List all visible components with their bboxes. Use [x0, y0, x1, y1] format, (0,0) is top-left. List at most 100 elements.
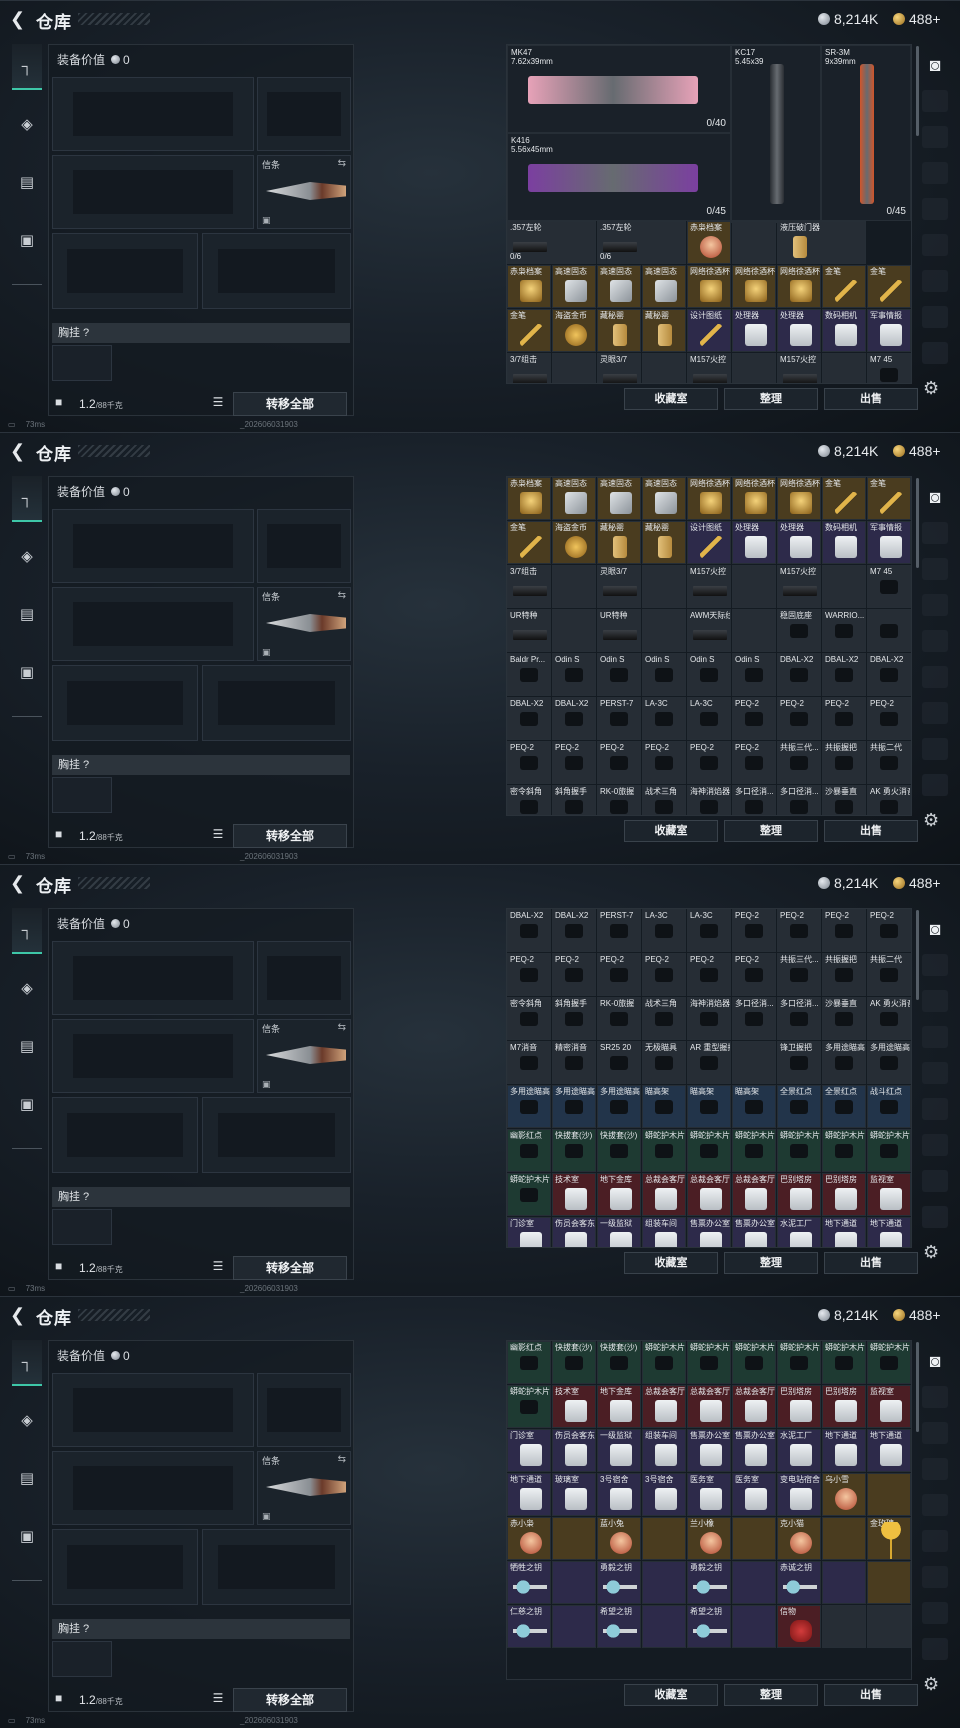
- item-cell[interactable]: PEQ-2: [822, 697, 866, 740]
- item-cell[interactable]: 共振三代...: [777, 953, 821, 996]
- item-cell[interactable]: Odin S: [732, 653, 776, 696]
- item-cell[interactable]: 3号宿舍: [642, 1473, 686, 1516]
- item-cell[interactable]: PEQ-2: [867, 697, 911, 740]
- item-cell[interactable]: 精密消音: [552, 1041, 596, 1084]
- item-cell[interactable]: 设计图纸: [687, 521, 731, 564]
- item-cell[interactable]: [822, 1561, 866, 1604]
- item-cell[interactable]: 地下通道: [822, 1217, 866, 1247]
- item-cell[interactable]: DBAL-X2: [552, 697, 596, 740]
- stash-category-icon[interactable]: ◙: [922, 918, 948, 940]
- item-cell[interactable]: 共振二代: [867, 741, 911, 784]
- silver-currency[interactable]: 8,214K: [818, 1306, 878, 1324]
- item-cell[interactable]: 地下通道: [867, 1429, 911, 1472]
- back-arrow-icon[interactable]: ❮: [10, 872, 26, 894]
- item-cell[interactable]: DBAL-X2: [777, 653, 821, 696]
- category-icon[interactable]: [922, 774, 948, 796]
- item-cell[interactable]: LA-3C: [687, 909, 731, 952]
- transfer-all-button[interactable]: 转移全部: [233, 1256, 347, 1280]
- item-cell[interactable]: 密令斜角: [507, 997, 551, 1040]
- item-cell[interactable]: 高速固态: [597, 265, 641, 308]
- item-cell[interactable]: PEQ-2: [597, 741, 641, 784]
- weapon-cell-mk47[interactable]: MK47 7.62x39mm 0/40: [507, 45, 731, 133]
- item-cell[interactable]: .357左轮 0/6: [507, 221, 596, 264]
- item-cell[interactable]: PEQ-2: [777, 909, 821, 952]
- item-cell[interactable]: 蟒蛇护木片: [732, 1129, 776, 1172]
- helmet-icon[interactable]: ◈: [12, 534, 42, 580]
- item-cell[interactable]: 水泥工厂: [777, 1429, 821, 1472]
- backpack-icon[interactable]: ▤: [12, 1456, 42, 1502]
- collection-button[interactable]: 收藏室: [624, 820, 718, 842]
- armor-slot[interactable]: [202, 665, 351, 741]
- item-cell[interactable]: 一级监狱: [597, 1217, 641, 1247]
- helmet-slot[interactable]: [52, 233, 198, 309]
- item-cell[interactable]: PEQ-2: [507, 741, 551, 784]
- item-cell[interactable]: [867, 1473, 911, 1516]
- briefcase-icon[interactable]: ▣: [12, 650, 42, 696]
- weapon-cell-sr-3m[interactable]: SR-3M 9x39mm 0/45: [821, 45, 911, 221]
- item-cell[interactable]: 无极瞄具: [642, 1041, 686, 1084]
- lock-icon[interactable]: ■: [55, 1259, 62, 1273]
- item-cell[interactable]: 蟒蛇护木片: [687, 1341, 731, 1384]
- gold-currency[interactable]: 488+: [893, 1306, 941, 1324]
- item-cell[interactable]: 多口径消...: [777, 997, 821, 1040]
- helmet-icon[interactable]: ◈: [12, 1398, 42, 1444]
- item-cell[interactable]: 全景红点: [822, 1085, 866, 1128]
- item-cell[interactable]: 赤诚之钥: [777, 1561, 821, 1604]
- collection-button[interactable]: 收藏室: [624, 1684, 718, 1706]
- item-cell[interactable]: 金笔: [867, 265, 911, 308]
- item-cell[interactable]: [732, 1517, 776, 1560]
- item-cell[interactable]: 金玫瑰: [867, 1517, 911, 1560]
- item-cell[interactable]: M7 45: [867, 565, 911, 608]
- category-icon[interactable]: [922, 1566, 948, 1588]
- item-cell[interactable]: 斜角握手: [552, 785, 596, 815]
- item-cell[interactable]: AWM天际线 长枪管: [687, 609, 731, 652]
- item-cell[interactable]: RK-0旅握: [597, 785, 641, 815]
- item-cell[interactable]: M157火控: [687, 353, 731, 383]
- item-cell[interactable]: 巴别塔房: [777, 1385, 821, 1428]
- item-cell[interactable]: 金笔: [822, 477, 866, 520]
- category-icon[interactable]: [922, 594, 948, 616]
- item-cell[interactable]: 金笔: [507, 309, 551, 352]
- item-cell[interactable]: AK 勇火消音器: [867, 785, 911, 815]
- item-cell[interactable]: LA-3C: [687, 697, 731, 740]
- item-cell[interactable]: 售票办公室: [732, 1429, 776, 1472]
- item-cell[interactable]: 组装车间: [642, 1217, 686, 1247]
- helmet-slot[interactable]: [52, 665, 198, 741]
- back-arrow-icon[interactable]: ❮: [10, 440, 26, 462]
- gear-icon[interactable]: ⚙: [923, 378, 939, 399]
- category-icon[interactable]: [922, 558, 948, 580]
- item-cell[interactable]: 高速固态: [642, 477, 686, 520]
- item-cell[interactable]: 全景红点: [777, 1085, 821, 1128]
- item-cell[interactable]: 水泥工厂: [777, 1217, 821, 1247]
- item-cell[interactable]: 总裁会客厅: [687, 1385, 731, 1428]
- item-cell[interactable]: 网络徐酒杯: [732, 477, 776, 520]
- item-cell[interactable]: 总裁会客厅: [642, 1173, 686, 1216]
- melee-slot[interactable]: 信条 ⇆ ▣: [257, 1451, 351, 1525]
- item-cell[interactable]: [642, 1605, 686, 1648]
- category-icon[interactable]: [922, 306, 948, 328]
- pistol-slot[interactable]: [257, 77, 351, 151]
- item-cell[interactable]: 高速固态: [642, 265, 686, 308]
- list-icon[interactable]: ☰: [209, 827, 227, 845]
- item-cell[interactable]: 赤枭档案: [687, 221, 731, 264]
- item-cell[interactable]: [867, 1605, 911, 1648]
- item-cell[interactable]: 瞄高架: [642, 1085, 686, 1128]
- weapon-cell-kc17[interactable]: KC17 5.45x39: [731, 45, 821, 221]
- item-cell[interactable]: 处理器: [732, 521, 776, 564]
- armor-slot[interactable]: [202, 1529, 351, 1605]
- secondary-weapon-slot[interactable]: [52, 155, 254, 229]
- item-cell[interactable]: UR特种: [597, 609, 641, 652]
- item-cell[interactable]: Odin S: [687, 653, 731, 696]
- item-cell[interactable]: SR25 20: [597, 1041, 641, 1084]
- item-cell[interactable]: [642, 609, 686, 652]
- category-icon[interactable]: [922, 630, 948, 652]
- item-cell[interactable]: PEQ-2: [597, 953, 641, 996]
- item-cell[interactable]: 地下金库: [597, 1173, 641, 1216]
- item-cell[interactable]: 沙暴垂直: [822, 997, 866, 1040]
- gold-currency[interactable]: 488+: [893, 10, 941, 28]
- pistol-icon[interactable]: ┐: [12, 44, 42, 90]
- item-cell[interactable]: 巴别塔房: [822, 1173, 866, 1216]
- category-icon[interactable]: [922, 954, 948, 976]
- item-cell[interactable]: 多口径消...: [732, 997, 776, 1040]
- item-cell[interactable]: 门诊室: [507, 1429, 551, 1472]
